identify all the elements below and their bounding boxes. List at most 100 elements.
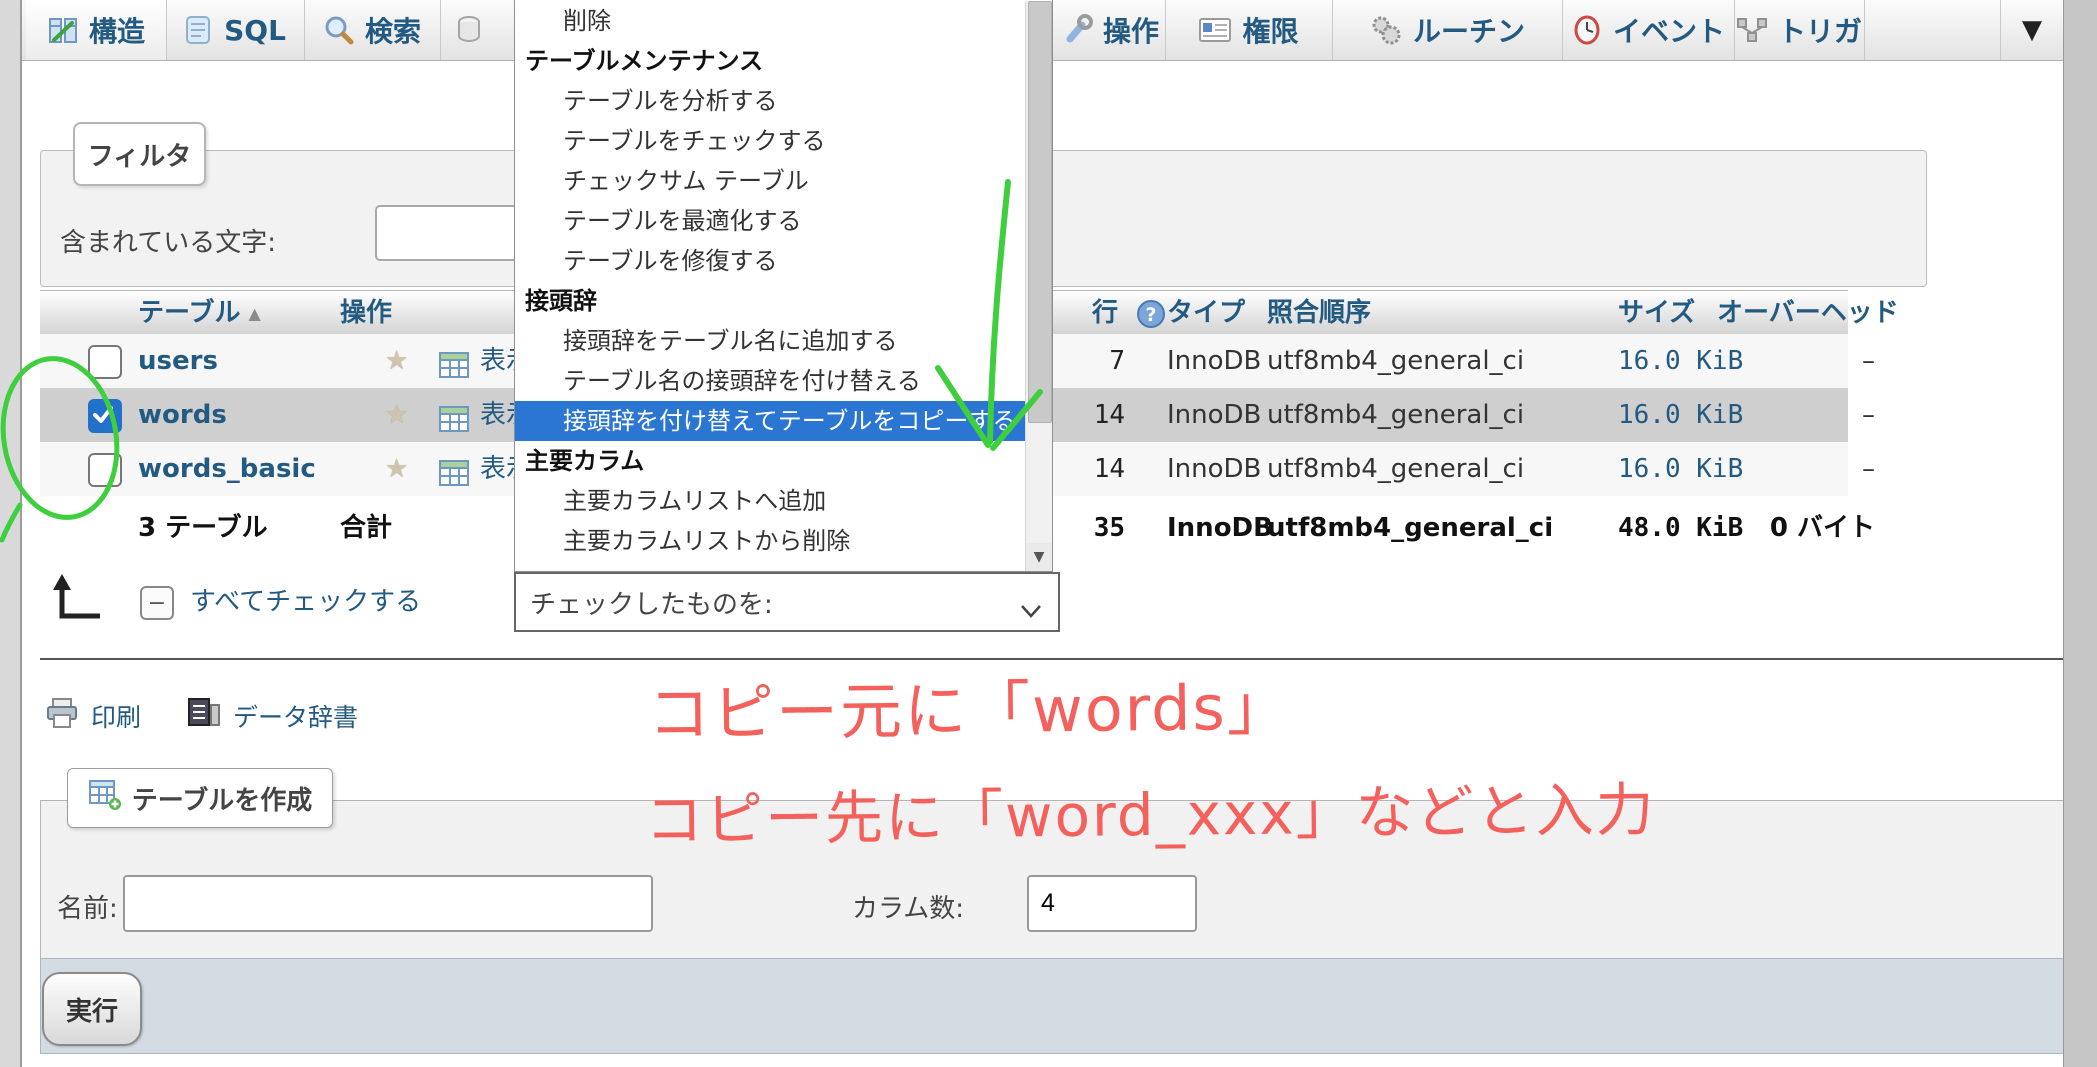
menu-item-remove-central-columns[interactable]: 主要カラムリストから削除 <box>515 521 1026 561</box>
tab-events[interactable]: イベント <box>1562 0 1735 60</box>
data-dictionary-icon <box>187 697 221 735</box>
columns-count-label: カラム数: <box>852 894 964 924</box>
menu-group-table-maintenance: テーブルメンテナンス <box>525 47 764 75</box>
data-dictionary-link[interactable]: データ辞書 <box>233 698 358 734</box>
collation-value: utf8mb4_general_ci <box>1267 346 1525 376</box>
header-collation[interactable]: 照合順序 <box>1267 291 1371 335</box>
trigger-nodes-icon <box>1736 15 1768 45</box>
check-all-link[interactable]: すべてチェックする <box>190 572 421 632</box>
size-value: 16.0 KiB <box>1618 400 1744 430</box>
header-overhead[interactable]: オーバーヘッド <box>1717 291 1899 335</box>
phpmyadmin-structure-page: 構造 SQL 検索 操作 権限 ルーチン イベント トリガ ▼ フィルタ 含まれ… <box>0 0 2097 1067</box>
filter-legend: フィルタ <box>73 122 206 186</box>
search-icon <box>323 14 355 46</box>
page-right-gutter <box>2063 0 2097 1067</box>
tab-label: 操作 <box>1102 15 1159 48</box>
tab-triggers[interactable]: トリガ <box>1734 0 1865 60</box>
menu-scrollbar-thumb[interactable] <box>1028 1 1052 423</box>
overhead-value: – <box>1862 454 1875 484</box>
menu-item-optimize[interactable]: テーブルを最適化する <box>515 201 1026 241</box>
table-name-link[interactable]: users <box>138 334 218 388</box>
tab-structure[interactable]: 構造 <box>26 0 167 60</box>
annotation-copy-destination: コピー先に「word_xxx」などと入力 <box>644 775 1656 855</box>
menu-scrollbar[interactable]: ▼ <box>1025 1 1052 571</box>
header-table[interactable]: テーブル ▲ <box>138 291 261 335</box>
overhead-value: – <box>1862 346 1875 376</box>
with-selected-select[interactable]: チェックしたものを: <box>514 572 1060 632</box>
menu-item-add-central-columns[interactable]: 主要カラムリストへ追加 <box>515 481 1026 521</box>
tab-privileges[interactable]: 権限 <box>1165 0 1333 60</box>
menu-item-checksum[interactable]: チェックサム テーブル <box>515 161 1026 201</box>
gears-icon <box>1369 13 1403 47</box>
row-checkbox[interactable] <box>88 453 122 487</box>
with-selected-dropdown-menu: 削除 テーブルメンテナンス テーブルを分析する テーブルをチェックする チェック… <box>514 0 1053 572</box>
favorite-star-icon[interactable]: ★ <box>385 388 408 442</box>
overhead-value: – <box>1862 400 1875 430</box>
menu-group-prefix: 接頭辞 <box>525 287 597 315</box>
totals-count: 3 テーブル <box>138 513 268 543</box>
row-checkbox[interactable] <box>88 345 122 379</box>
menu-item-check[interactable]: テーブルをチェックする <box>515 121 1026 161</box>
table-name-link[interactable]: words_basic <box>138 442 316 496</box>
more-tabs-button[interactable]: ▼ <box>2000 0 2063 60</box>
check-all-box-icon[interactable]: − <box>140 586 174 620</box>
wrench-icon <box>1061 14 1093 46</box>
menu-item-repair[interactable]: テーブルを修復する <box>515 241 1026 281</box>
totals-collation: utf8mb4_general_ci <box>1267 513 1554 543</box>
collation-value: utf8mb4_general_ci <box>1267 400 1525 430</box>
clock-icon <box>1571 14 1603 46</box>
size-value: 16.0 KiB <box>1618 454 1744 484</box>
tab-search[interactable]: 検索 <box>304 0 441 60</box>
tab-routines[interactable]: ルーチン <box>1332 0 1563 60</box>
nav-panel-edge <box>0 0 22 1067</box>
size-value: 16.0 KiB <box>1618 346 1744 376</box>
totals-label: 合計 <box>340 513 393 543</box>
totals-overhead: 0 バイト <box>1769 513 1875 543</box>
svg-text:?: ? <box>1145 304 1156 326</box>
print-link[interactable]: 印刷 <box>91 698 141 734</box>
privileges-card-icon <box>1198 15 1232 45</box>
table-name-link[interactable]: words <box>138 388 227 442</box>
tab-sql[interactable]: SQL <box>166 0 305 60</box>
menu-scroll-down-button[interactable]: ▼ <box>1026 543 1052 571</box>
go-button[interactable]: 実行 <box>42 972 142 1046</box>
menu-item-drop[interactable]: 削除 <box>515 1 1026 41</box>
menu-item-add-prefix[interactable]: 接頭辞をテーブル名に追加する <box>515 321 1026 361</box>
menu-item-copy-with-prefix[interactable]: 接頭辞を付け替えてテーブルをコピーする <box>515 401 1026 441</box>
header-type[interactable]: タイプ <box>1167 291 1245 335</box>
create-table-title: テーブルを作成 <box>131 785 313 816</box>
database-cylinder-icon <box>454 14 484 46</box>
favorite-star-icon[interactable]: ★ <box>385 442 408 496</box>
filter-legend-label: フィルタ <box>87 141 192 172</box>
header-size[interactable]: サイズ <box>1618 291 1695 335</box>
create-table-icon <box>88 779 122 818</box>
structure-icon <box>47 14 79 46</box>
table-name-label: 名前: <box>57 894 118 924</box>
totals-size: 48.0 KiB <box>1618 513 1744 543</box>
printer-icon <box>45 697 79 735</box>
totals-type: InnoDB <box>1167 513 1273 543</box>
tab-label: トリガ <box>1777 15 1862 48</box>
tab-label: 検索 <box>364 15 421 48</box>
tab-label: 権限 <box>1242 15 1299 48</box>
header-action: 操作 <box>340 298 393 328</box>
favorite-star-icon[interactable]: ★ <box>385 334 408 388</box>
row-checkbox-checked[interactable] <box>88 399 122 433</box>
columns-count-input[interactable] <box>1027 875 1197 932</box>
tab-operations[interactable]: 操作 <box>1055 0 1166 60</box>
return-top-icon <box>48 572 108 624</box>
with-selected-label: チェックしたものを: <box>530 589 773 620</box>
tab-label: イベント <box>1612 15 1725 48</box>
menu-item-replace-prefix[interactable]: テーブル名の接頭辞を付け替える <box>515 361 1026 401</box>
engine-type: InnoDB <box>1167 346 1262 376</box>
tab-label: SQL <box>224 13 286 47</box>
engine-type: InnoDB <box>1167 454 1262 484</box>
form-footer-bar <box>40 958 2065 1054</box>
help-icon[interactable]: ? <box>1136 299 1166 329</box>
header-rows[interactable]: 行 <box>1092 291 1118 335</box>
tab-label: 構造 <box>88 15 145 48</box>
menu-item-analyze[interactable]: テーブルを分析する <box>515 81 1026 121</box>
engine-type: InnoDB <box>1167 400 1262 430</box>
create-table-title-box: テーブルを作成 <box>67 768 333 828</box>
table-name-input[interactable] <box>123 875 653 932</box>
